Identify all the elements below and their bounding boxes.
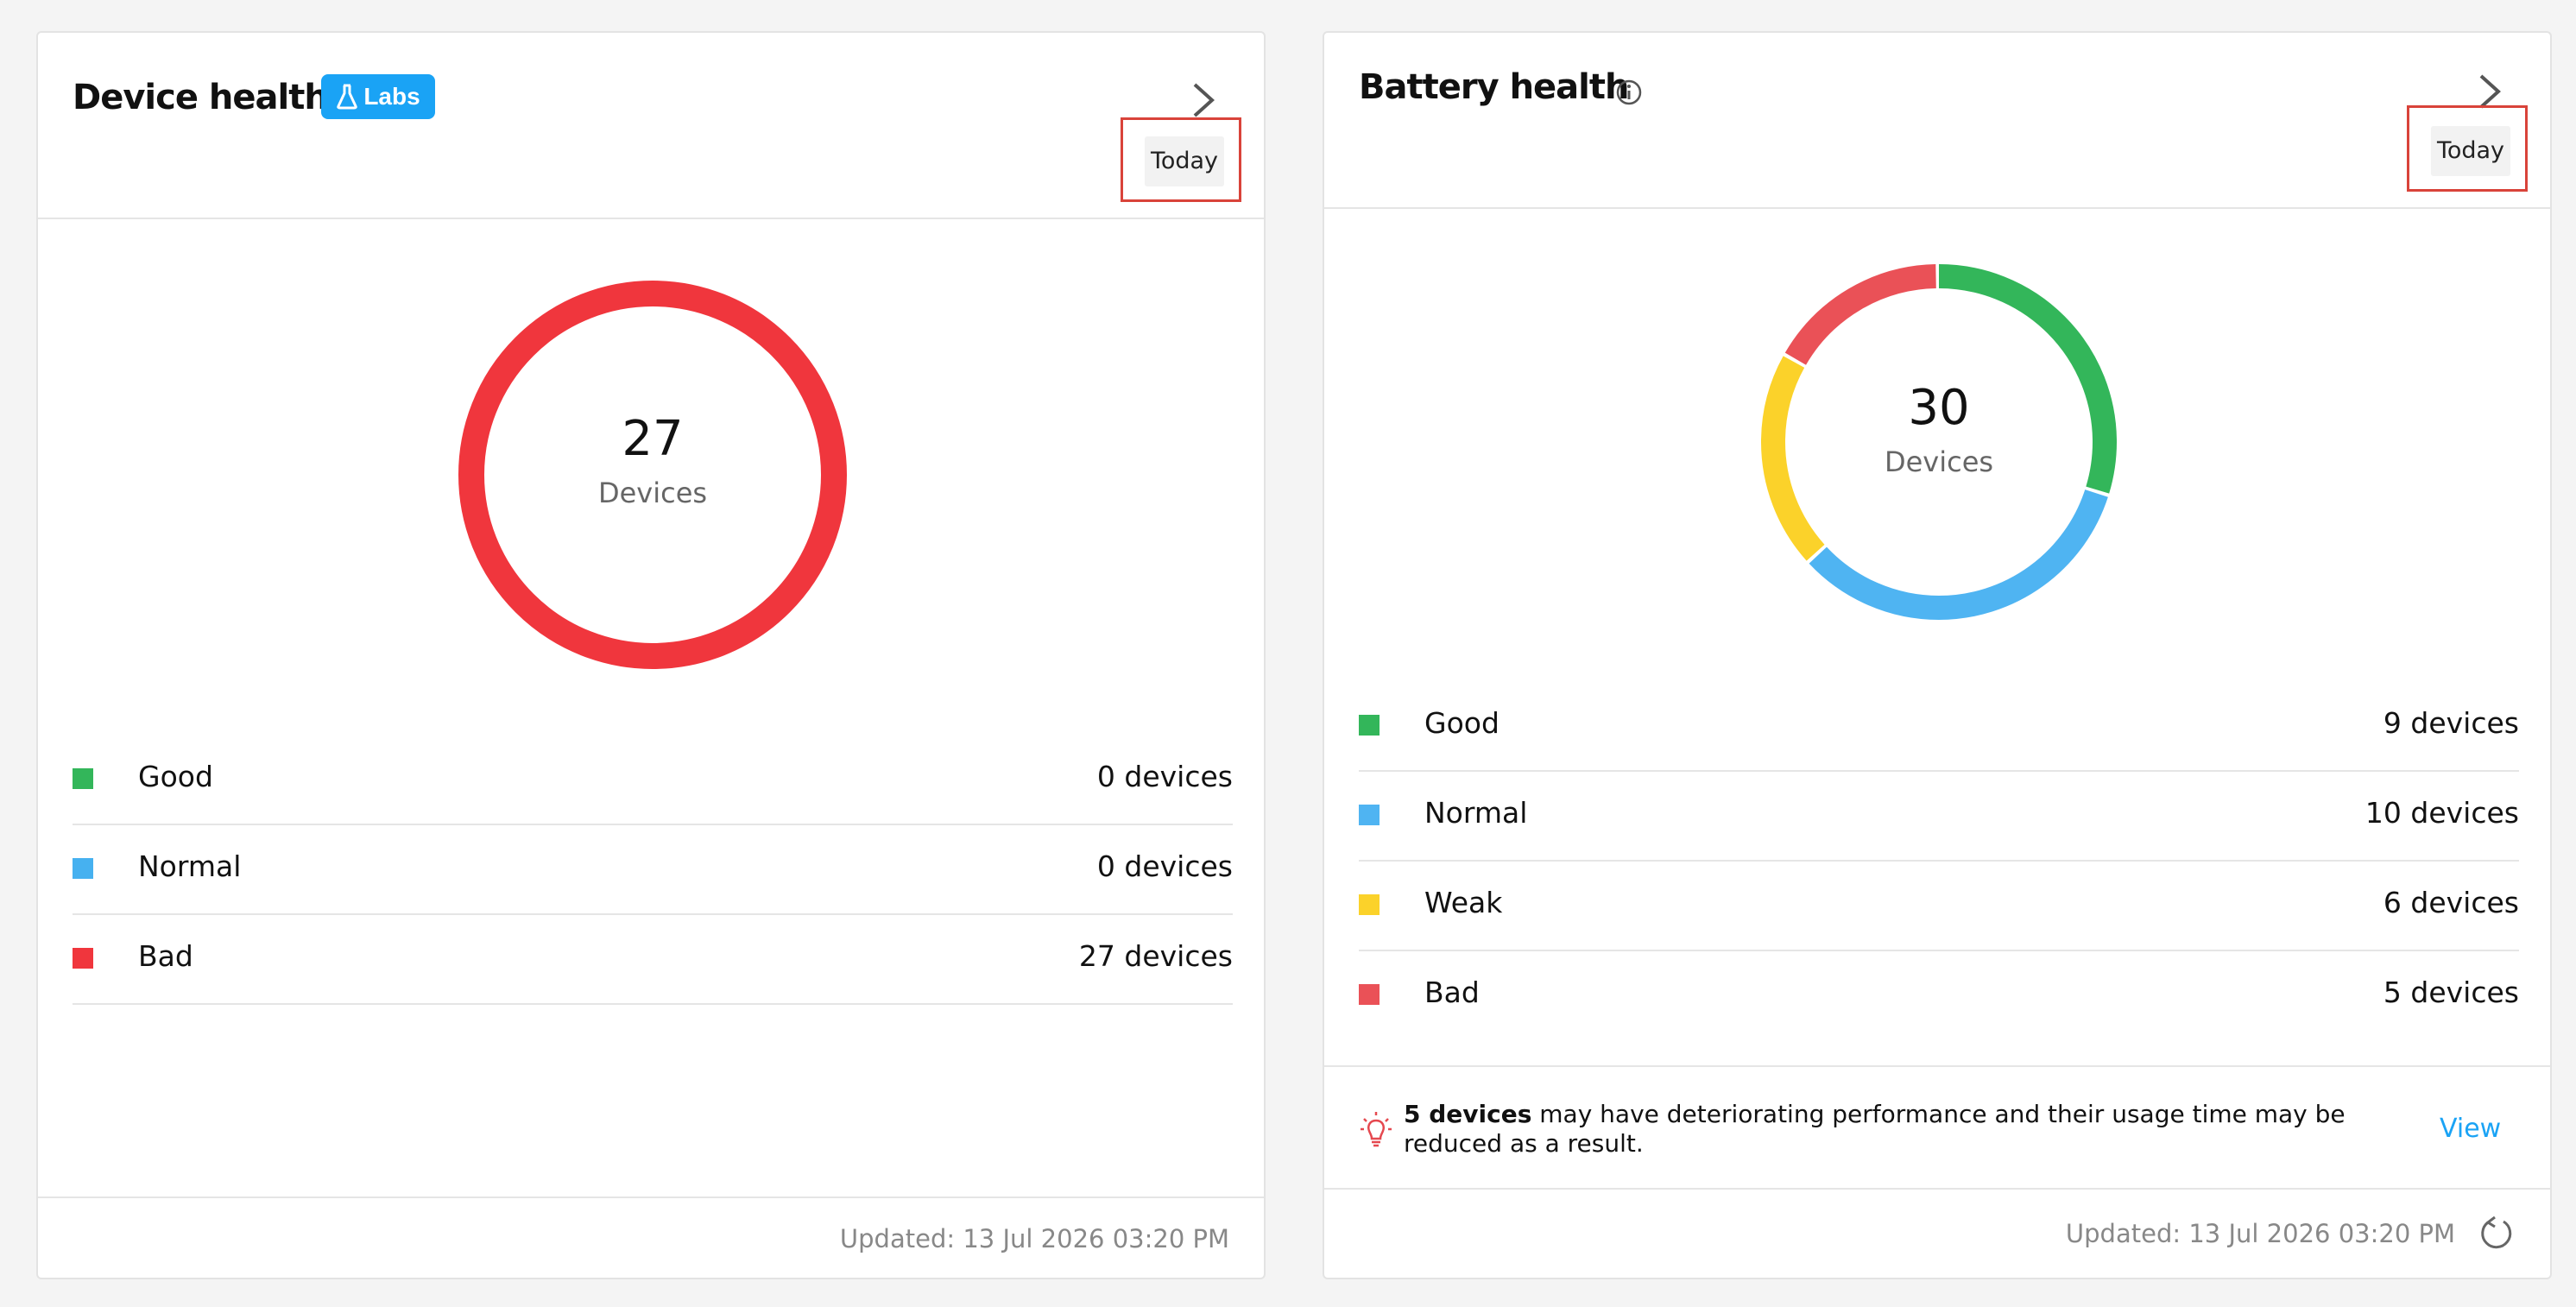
battery-total: 30 — [1908, 380, 1970, 436]
header-divider — [38, 218, 1264, 219]
legend-row-normal: Normal 0 devices — [73, 824, 1233, 915]
footer-divider — [1324, 1188, 2550, 1190]
notice-divider — [1324, 1065, 2550, 1067]
legend-value: 5 devices — [2383, 976, 2519, 1009]
legend-label: Normal — [1424, 796, 1528, 830]
battery-health-card: Battery health Today 30 Devices Good 9 d… — [1323, 31, 2552, 1279]
device-health-title: Device health — [73, 78, 329, 117]
legend-swatch-good — [1359, 715, 1380, 736]
legend-row-weak: Weak 6 devices — [1359, 860, 2519, 951]
notice-bold: 5 devices — [1404, 1100, 1532, 1128]
legend-label: Weak — [1424, 886, 1503, 919]
footer-divider — [38, 1197, 1264, 1198]
legend-row-good: Good 0 devices — [73, 734, 1233, 825]
legend-row-bad: Bad 5 devices — [1359, 950, 2519, 1039]
lightbulb-icon — [1361, 1112, 1392, 1147]
legend-label: Bad — [1424, 976, 1480, 1009]
legend-swatch-normal — [73, 858, 93, 879]
updated-timestamp: Updated: 13 Jul 2026 03:20 PM — [2065, 1219, 2455, 1248]
flask-icon — [337, 84, 358, 110]
refresh-icon[interactable] — [2478, 1214, 2516, 1252]
legend-row-good: Good 9 devices — [1359, 680, 2519, 772]
legend-value: 0 devices — [1096, 760, 1233, 793]
header-divider — [1324, 207, 2550, 209]
legend-value: 0 devices — [1096, 849, 1233, 883]
battery-total-label: Devices — [1884, 445, 1994, 478]
legend-label: Bad — [138, 939, 193, 973]
battery-health-title: Battery health — [1359, 67, 1629, 107]
legend-row-normal: Normal 10 devices — [1359, 770, 2519, 862]
legend-label: Good — [138, 760, 213, 793]
legend-swatch-weak — [1359, 894, 1380, 915]
info-icon[interactable] — [1614, 78, 1644, 107]
labs-label: Labs — [363, 83, 420, 110]
device-total: 27 — [622, 411, 684, 467]
device-total-label: Devices — [597, 477, 708, 509]
legend-value: 27 devices — [1078, 939, 1233, 973]
legend-swatch-bad — [73, 948, 93, 969]
view-link[interactable]: View — [2440, 1114, 2501, 1144]
legend-row-bad: Bad 27 devices — [73, 913, 1233, 1005]
legend-swatch-bad — [1359, 984, 1380, 1005]
legend-label: Good — [1424, 706, 1500, 740]
battery-health-donut — [1761, 264, 2117, 620]
legend-swatch-normal — [1359, 805, 1380, 825]
legend-value: 6 devices — [2383, 886, 2519, 919]
device-health-card: Device health Labs Today 27 Devices Good… — [36, 31, 1266, 1279]
battery-notice: 5 devices may have deteriorating perform… — [1404, 1100, 2405, 1159]
device-health-donut — [458, 281, 847, 669]
legend-value: 9 devices — [2383, 706, 2519, 740]
legend-label: Normal — [138, 849, 242, 883]
legend-swatch-good — [73, 768, 93, 789]
labs-badge: Labs — [321, 74, 435, 119]
legend-value: 10 devices — [2364, 796, 2519, 830]
notice-text: may have deteriorating performance and t… — [1404, 1100, 2346, 1158]
updated-timestamp: Updated: 13 Jul 2026 03:20 PM — [839, 1224, 1229, 1253]
donut-segment-bad — [458, 281, 847, 669]
today-highlight-box — [2407, 105, 2528, 192]
today-highlight-box — [1121, 117, 1241, 202]
chevron-right-icon[interactable] — [1188, 79, 1219, 121]
